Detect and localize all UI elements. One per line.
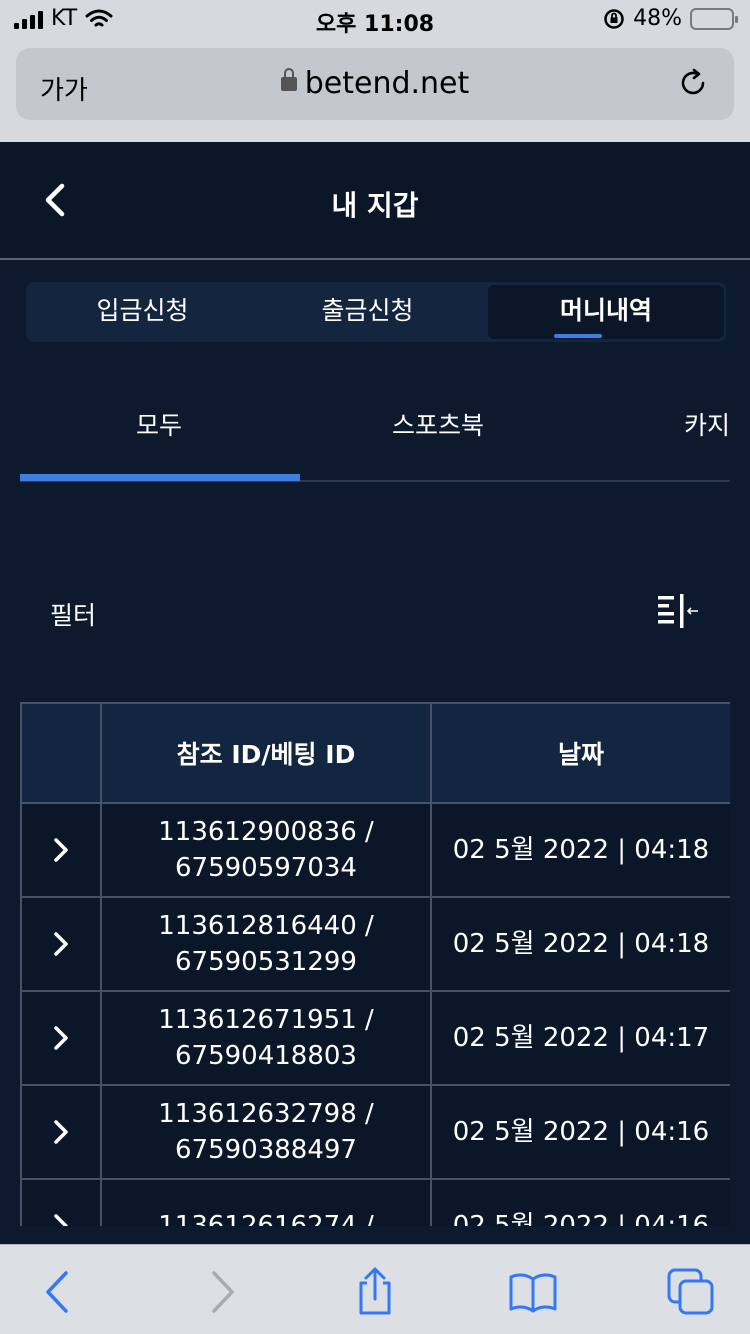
ref-id: 113612671951 / <box>158 1005 374 1035</box>
ref-id: 113612816440 / <box>158 911 374 941</box>
ref-id: 113612616274 / <box>158 1211 374 1226</box>
table-header-row: 참조 ID/베팅 ID 날짜 <box>20 702 730 804</box>
category-tabs: 모두 스포츠북 카지 <box>0 392 750 482</box>
bet-id: 67590597034 <box>175 853 357 883</box>
app-header: 내 지갑 <box>0 142 750 260</box>
ref-id-cell: 113612900836 / 67590597034 <box>100 802 432 898</box>
tab-money-history[interactable]: 머니내역 <box>488 285 724 339</box>
header-date: 날짜 <box>430 702 730 804</box>
table-row[interactable]: 113612671951 / 67590418803 02 5월 2022 | 0… <box>20 990 730 1086</box>
chevron-right-icon[interactable] <box>50 1119 72 1145</box>
ref-id: 113612900836 / <box>158 817 374 847</box>
ref-id-cell: 113612616274 / <box>100 1178 432 1226</box>
browser-bar: 가가 betend.net <box>0 40 750 142</box>
date-cell: 02 5월 2022 | 04:18 <box>430 802 730 898</box>
url-display[interactable]: betend.net <box>16 66 734 101</box>
tab-withdraw[interactable]: 출금신청 <box>251 282 484 342</box>
rotation-lock-icon <box>604 8 624 29</box>
tab-all[interactable]: 모두 <box>136 406 182 442</box>
chevron-right-icon[interactable] <box>50 837 72 863</box>
table-row[interactable]: 113612816440 / 67590531299 02 5월 2022 | 0… <box>20 896 730 992</box>
battery-icon <box>690 7 738 30</box>
bet-id: 67590531299 <box>175 947 357 977</box>
history-table: 참조 ID/베팅 ID 날짜 113612900836 / 67590597034… <box>20 702 730 1226</box>
status-right: 48% <box>603 6 738 31</box>
ref-id-cell: 113612671951 / 67590418803 <box>100 990 432 1086</box>
battery-percent: 48% <box>633 6 682 31</box>
browser-forward-icon[interactable] <box>196 1267 246 1317</box>
tab-casino[interactable]: 카지 <box>684 406 730 442</box>
expand-cell[interactable] <box>20 990 102 1086</box>
expand-cell[interactable] <box>20 896 102 992</box>
date-cell: 02 5월 2022 | 04:16 <box>430 1084 730 1180</box>
lock-icon <box>280 68 297 91</box>
date-cell: 02 5월 2022 | 04:16 <box>430 1178 730 1226</box>
wallet-tabs: 입금신청 출금신청 머니내역 <box>26 282 726 342</box>
date-cell: 02 5월 2022 | 04:17 <box>430 990 730 1086</box>
bookmarks-icon[interactable] <box>508 1267 558 1317</box>
browser-toolbar <box>0 1244 750 1334</box>
browser-back-icon[interactable] <box>34 1267 84 1317</box>
chevron-right-icon[interactable] <box>50 1025 72 1051</box>
header-ref-id: 참조 ID/베팅 ID <box>100 702 432 804</box>
chevron-right-icon[interactable] <box>50 931 72 957</box>
expand-cell[interactable] <box>20 802 102 898</box>
url-text: betend.net <box>304 66 470 101</box>
url-field[interactable]: 가가 betend.net <box>16 48 734 120</box>
active-tab-indicator <box>554 334 602 338</box>
bet-id: 67590418803 <box>175 1041 357 1071</box>
ref-id-cell: 113612632798 / 67590388497 <box>100 1084 432 1180</box>
ref-id: 113612632798 / <box>158 1099 374 1129</box>
expand-cell[interactable] <box>20 1084 102 1180</box>
status-bar: KT 오후 11:08 48% <box>0 0 750 40</box>
bet-id: 67590388497 <box>175 1135 357 1165</box>
table-row[interactable]: 113612632798 / 67590388497 02 5월 2022 | 0… <box>20 1084 730 1180</box>
tab-deposit[interactable]: 입금신청 <box>26 282 259 342</box>
header-expand <box>20 702 102 804</box>
table-row[interactable]: 113612616274 / 02 5월 2022 | 04:16 <box>20 1178 730 1226</box>
share-icon[interactable] <box>350 1267 400 1317</box>
filter-toggle-icon[interactable] <box>656 592 700 632</box>
date-cell: 02 5월 2022 | 04:18 <box>430 896 730 992</box>
category-active-indicator <box>20 474 300 481</box>
expand-cell[interactable] <box>20 1178 102 1226</box>
ref-id-cell: 113612816440 / 67590531299 <box>100 896 432 992</box>
tabs-icon[interactable] <box>666 1267 716 1317</box>
filter-label: 필터 <box>50 601 97 630</box>
page-title: 내 지갑 <box>331 189 419 222</box>
chevron-right-icon[interactable] <box>50 1213 72 1226</box>
reload-icon[interactable] <box>676 66 710 100</box>
table-row[interactable]: 113612900836 / 67590597034 02 5월 2022 | 0… <box>20 802 730 898</box>
tab-sportsbook[interactable]: 스포츠북 <box>392 406 484 442</box>
